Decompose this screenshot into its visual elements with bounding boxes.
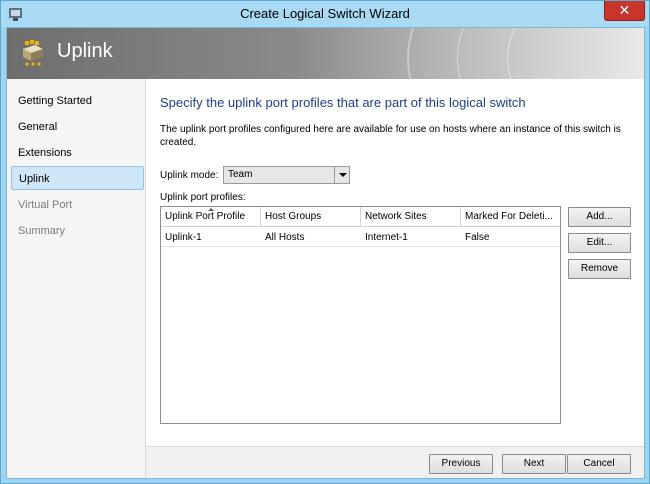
table-header: Uplink Port Profile Host Groups Network … <box>161 207 560 227</box>
uplink-profiles-table[interactable]: Uplink Port Profile Host Groups Network … <box>160 206 561 424</box>
page-title: Uplink <box>57 40 113 62</box>
previous-button[interactable]: Previous <box>429 454 493 474</box>
column-header-label: Uplink Port Profile <box>165 211 246 222</box>
banner-decoration <box>507 28 644 79</box>
column-header-uplink-port-profile[interactable]: Uplink Port Profile <box>161 207 261 227</box>
uplink-mode-select[interactable]: Team <box>223 166 350 184</box>
sidebar-item-general[interactable]: General <box>11 115 144 139</box>
add-button[interactable]: Add... <box>568 207 631 227</box>
step-description: The uplink port profiles configured here… <box>160 124 621 148</box>
cell-uplink-port-profile: Uplink-1 <box>165 232 202 243</box>
close-icon: ✕ <box>618 2 631 18</box>
sidebar-item-uplink[interactable]: Uplink <box>11 166 144 190</box>
logical-switch-icon <box>23 40 43 66</box>
remove-button[interactable]: Remove <box>568 259 631 279</box>
window-title: Create Logical Switch Wizard <box>240 6 410 21</box>
sort-ascending-icon <box>208 208 214 211</box>
edit-button[interactable]: Edit... <box>568 233 631 253</box>
cell-host-groups: All Hosts <box>265 232 305 243</box>
column-header-marked-for-deletion[interactable]: Marked For Deleti... <box>461 207 560 227</box>
sidebar-item-extensions[interactable]: Extensions <box>11 141 144 165</box>
uplink-mode-value: Team <box>228 169 253 180</box>
uplink-mode-label: Uplink mode: <box>160 170 219 181</box>
close-button[interactable]: ✕ <box>604 1 645 21</box>
uplink-profiles-label: Uplink port profiles: <box>160 192 246 203</box>
wizard-steps-sidebar: Getting Started General Extensions Uplin… <box>7 79 146 478</box>
wizard-footer: Previous Next Cancel <box>146 446 644 478</box>
header-banner: Uplink <box>7 28 644 79</box>
sidebar-item-virtual-port: Virtual Port <box>18 199 73 211</box>
sidebar-item-getting-started[interactable]: Getting Started <box>11 89 144 113</box>
wizard-window: Create Logical Switch Wizard ✕ Uplink Ge… <box>0 0 650 484</box>
wizard-client-area: Uplink Getting Started General Extension… <box>6 27 645 479</box>
cancel-button[interactable]: Cancel <box>567 454 631 474</box>
title-bar[interactable]: Create Logical Switch Wizard ✕ <box>1 1 649 27</box>
table-row[interactable]: Uplink-1 All Hosts Internet-1 False <box>161 228 560 247</box>
sidebar-item-summary: Summary <box>18 225 66 237</box>
cell-network-sites: Internet-1 <box>365 232 408 243</box>
cell-marked-for-deletion: False <box>465 232 490 243</box>
column-header-network-sites[interactable]: Network Sites <box>361 207 461 227</box>
step-heading: Specify the uplink port profiles that ar… <box>160 95 526 110</box>
chevron-down-icon[interactable] <box>334 167 349 183</box>
next-button[interactable]: Next <box>502 454 566 474</box>
column-header-host-groups[interactable]: Host Groups <box>261 207 361 227</box>
